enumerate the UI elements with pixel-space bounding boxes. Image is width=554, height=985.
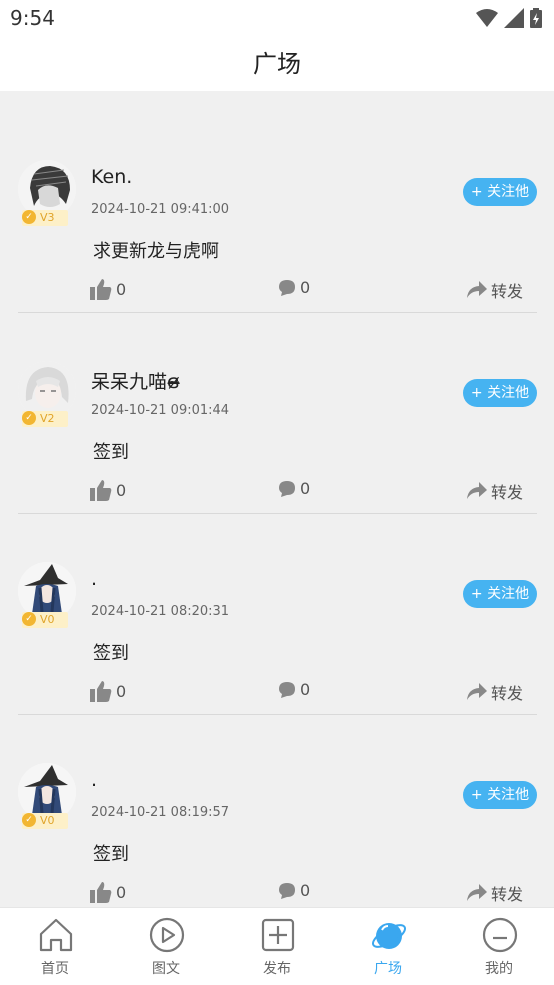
comment-button[interactable]: 0 [278,479,310,498]
medal-icon: ✓ [22,411,36,425]
post-item: ✓ V3 Ken. 2024-10-21 09:41:00 + 关注他 求更新龙… [18,112,537,313]
username[interactable]: . [91,769,97,791]
comment-icon [279,279,295,296]
post-content[interactable]: 签到 [93,840,129,866]
like-button[interactable]: 0 [90,278,126,300]
share-icon [466,683,487,700]
share-button[interactable]: 转发 [466,278,523,302]
post-time: 2024-10-21 08:19:57 [91,805,230,820]
like-count: 0 [116,279,127,299]
share-button[interactable]: 转发 [466,881,523,905]
post-actions: 0 0 转发 [90,881,537,905]
post-item: ✓ V0 . 2024-10-21 08:19:57 + 关注他 签到 0 0 … [18,715,537,907]
post-time: 2024-10-21 09:01:44 [91,403,230,418]
comment-count: 0 [300,680,311,699]
share-icon [466,281,487,298]
share-label: 转发 [490,282,523,301]
share-label: 转发 [490,684,523,703]
plus-square-icon [261,918,295,952]
level-badge: ✓ V0 [22,813,68,829]
bottom-tab-bar: 首页 图文 发布 广场 我的 [0,907,554,985]
comment-count: 0 [300,881,311,900]
status-time: 9:54 [10,6,55,30]
thumbs-up-icon [90,480,112,501]
post-actions: 0 0 转发 [90,278,537,302]
follow-button[interactable]: + 关注他 [463,379,537,407]
tab-home[interactable]: 首页 [0,908,110,985]
like-count: 0 [116,882,127,902]
level-badge: ✓ V3 [22,210,68,226]
username[interactable]: 呆呆九喵ɞ̴̶̷ [91,367,180,394]
like-count: 0 [116,480,127,500]
share-label: 转发 [490,885,523,904]
username[interactable]: Ken. [91,166,132,188]
status-icons [476,8,542,28]
battery-icon [530,8,542,28]
tab-square[interactable]: 广场 [333,908,443,985]
status-bar: 9:54 [0,0,554,38]
follow-button[interactable]: + 关注他 [463,580,537,608]
post-content[interactable]: 签到 [93,639,129,665]
medal-icon: ✓ [22,813,36,827]
play-circle-icon [149,917,185,953]
comment-button[interactable]: 0 [278,680,310,699]
share-button[interactable]: 转发 [466,680,523,704]
thumbs-up-icon [90,882,112,903]
share-icon [466,482,487,499]
share-button[interactable]: 转发 [466,479,523,503]
like-count: 0 [116,681,127,701]
level-badge: ✓ V2 [22,411,68,427]
like-button[interactable]: 0 [90,680,126,702]
tab-graphic[interactable]: 图文 [111,908,221,985]
follow-button[interactable]: + 关注他 [463,178,537,206]
thumbs-up-icon [90,279,112,300]
comment-icon [279,681,295,698]
comment-count: 0 [300,278,311,297]
username[interactable]: . [91,568,97,590]
share-icon [466,884,487,901]
medal-icon: ✓ [22,210,36,224]
level-badge: ✓ V0 [22,612,68,628]
post-actions: 0 0 转发 [90,680,537,704]
share-label: 转发 [490,483,523,502]
post-content[interactable]: 签到 [93,438,129,464]
smile-face-icon [482,917,518,953]
post-time: 2024-10-21 09:41:00 [91,202,230,217]
home-icon [39,918,73,952]
post-time: 2024-10-21 08:20:31 [91,604,230,619]
wifi-icon [476,9,498,27]
medal-icon: ✓ [22,612,36,626]
post-content[interactable]: 求更新龙与虎啊 [93,237,219,263]
tab-mine[interactable]: 我的 [444,908,554,985]
page-title: 广场 [0,38,554,91]
follow-button[interactable]: + 关注他 [463,781,537,809]
comment-count: 0 [300,479,311,498]
tab-publish[interactable]: 发布 [222,908,332,985]
post-item: ✓ V0 . 2024-10-21 08:20:31 + 关注他 签到 0 0 … [18,514,537,715]
post-actions: 0 0 转发 [90,479,537,503]
post-item: ✓ V2 呆呆九喵ɞ̴̶̷ 2024-10-21 09:01:44 + 关注他 … [18,313,537,514]
comment-icon [279,480,295,497]
post-feed[interactable]: ✓ V3 Ken. 2024-10-21 09:41:00 + 关注他 求更新龙… [0,91,554,907]
thumbs-up-icon [90,681,112,702]
signal-icon [504,8,524,28]
comment-button[interactable]: 0 [278,278,310,297]
comment-button[interactable]: 0 [278,881,310,900]
planet-icon [372,923,406,949]
like-button[interactable]: 0 [90,881,126,903]
like-button[interactable]: 0 [90,479,126,501]
comment-icon [279,882,295,899]
